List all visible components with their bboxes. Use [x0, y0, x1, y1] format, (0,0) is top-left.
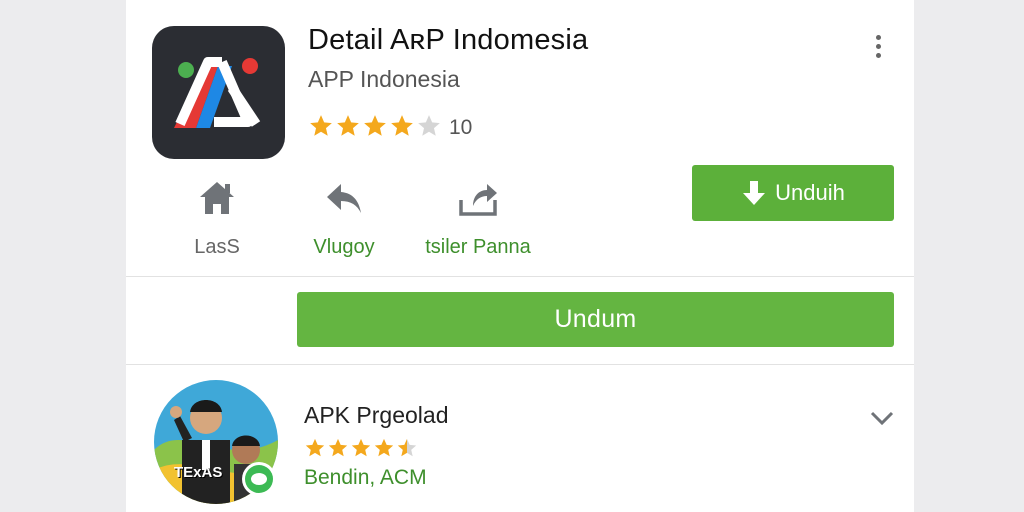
action-home-label: LasS	[194, 236, 240, 258]
divider	[126, 276, 914, 277]
rating-count: 10	[449, 116, 473, 139]
download-icon	[743, 181, 766, 205]
more-options-icon[interactable]	[864, 28, 892, 64]
app-rating: 10	[308, 112, 472, 144]
home-icon	[200, 182, 234, 214]
app-logo-icon[interactable]	[152, 26, 285, 159]
install-button-small[interactable]: Unduih	[692, 165, 894, 221]
related-app-title[interactable]: APK Prgeolad	[304, 402, 448, 429]
install-button-small-label: Unduih	[775, 180, 845, 205]
star-icon	[391, 114, 413, 136]
star-rating	[304, 437, 419, 464]
star-icon	[364, 114, 386, 136]
app-detail-card: Detail AʀP Indomesia APP Indonesia 10 La…	[126, 0, 914, 512]
chevron-down-icon[interactable]	[866, 404, 898, 432]
share-icon	[459, 184, 497, 216]
star-icon	[305, 438, 325, 457]
star-icon	[374, 438, 394, 457]
star-icon	[337, 114, 359, 136]
star-icon	[418, 114, 440, 136]
app-title: Detail AʀP Indomesia	[308, 24, 589, 56]
back-arrow-icon	[327, 184, 361, 213]
divider	[126, 364, 914, 365]
action-back[interactable]: Vlugoy	[289, 176, 399, 259]
developer-name[interactable]: APP Indonesia	[308, 66, 460, 93]
action-share-label: tsiler Panna	[425, 236, 531, 258]
star-icon	[310, 114, 332, 136]
install-button-large-label: Undum	[554, 305, 637, 333]
action-home[interactable]: LasS	[162, 176, 272, 259]
avatar-text: TExAS	[174, 464, 223, 481]
star-icon	[328, 438, 348, 457]
star-icon	[397, 438, 417, 457]
star-rating	[308, 113, 443, 144]
action-share[interactable]: tsiler Panna	[413, 176, 543, 259]
verified-badge-icon	[242, 462, 276, 496]
install-button-large[interactable]: Undum	[297, 292, 894, 347]
related-app-subtitle: Bendin, ACM	[304, 466, 427, 489]
action-back-label: Vlugoy	[313, 236, 375, 258]
related-app-rating	[304, 437, 419, 464]
star-icon	[351, 438, 371, 457]
